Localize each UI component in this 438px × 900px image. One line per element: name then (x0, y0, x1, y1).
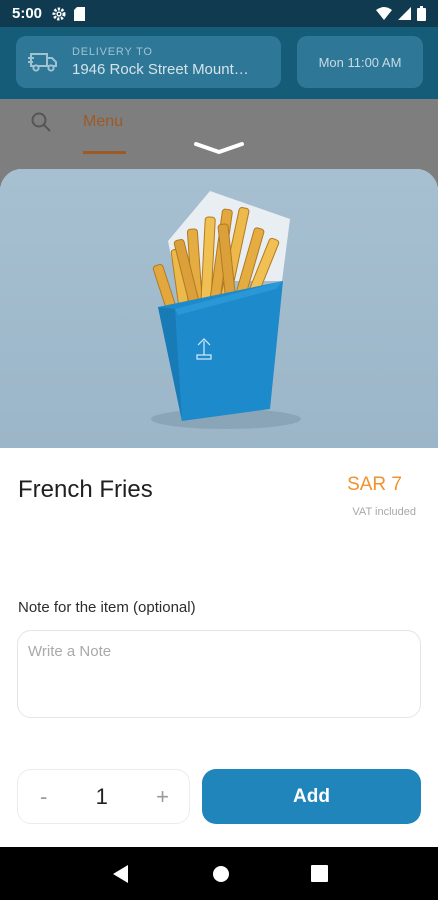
add-to-cart-button[interactable]: Add (202, 769, 421, 824)
signal-icon (398, 7, 411, 20)
item-price: SAR 7 (347, 474, 402, 495)
delivery-address: 1946 Rock Street Mount… (72, 61, 249, 78)
header: DELIVERY TO 1946 Rock Street Mount… Mon … (0, 27, 438, 99)
delivery-address-selector[interactable]: DELIVERY TO 1946 Rock Street Mount… (16, 36, 281, 88)
tab-menu[interactable]: Menu (83, 113, 123, 131)
delivery-label: DELIVERY TO (72, 46, 153, 58)
quantity-stepper: - 1 + (17, 769, 190, 824)
note-input[interactable] (17, 630, 421, 718)
tab-menu-indicator (83, 151, 126, 154)
recents-icon[interactable] (310, 865, 328, 882)
increase-quantity-button[interactable]: + (156, 784, 169, 810)
item-name: French Fries (18, 476, 153, 503)
back-icon[interactable] (111, 864, 131, 884)
add-button-label: Add (293, 785, 330, 807)
gear-icon (52, 7, 66, 20)
delivery-time: Mon 11:00 AM (318, 54, 402, 70)
navigation-bar (0, 847, 438, 900)
french-fries-image (0, 169, 438, 448)
wifi-icon (376, 7, 392, 20)
delivery-truck-icon (28, 53, 57, 72)
product-image (0, 169, 438, 448)
note-label: Note for the item (optional) (18, 599, 196, 616)
menu-tabs: Menu (0, 99, 438, 169)
delivery-time-selector[interactable]: Mon 11:00 AM (297, 36, 423, 88)
item-detail-sheet: French Fries SAR 7 VAT included Note for… (0, 169, 438, 847)
status-time: 5:00 (12, 5, 43, 22)
quantity-value: 1 (95, 783, 108, 809)
decrease-quantity-button[interactable]: - (40, 784, 47, 810)
status-bar: 5:00 (0, 0, 438, 27)
battery-icon (417, 6, 426, 21)
vat-note: VAT included (352, 506, 416, 518)
sim-card-icon (74, 6, 86, 21)
search-tab[interactable] (30, 111, 52, 138)
home-icon[interactable] (212, 865, 230, 883)
chevron-down-icon (194, 142, 244, 154)
search-icon (31, 112, 51, 132)
sheet-dismiss-handle[interactable] (193, 141, 245, 162)
